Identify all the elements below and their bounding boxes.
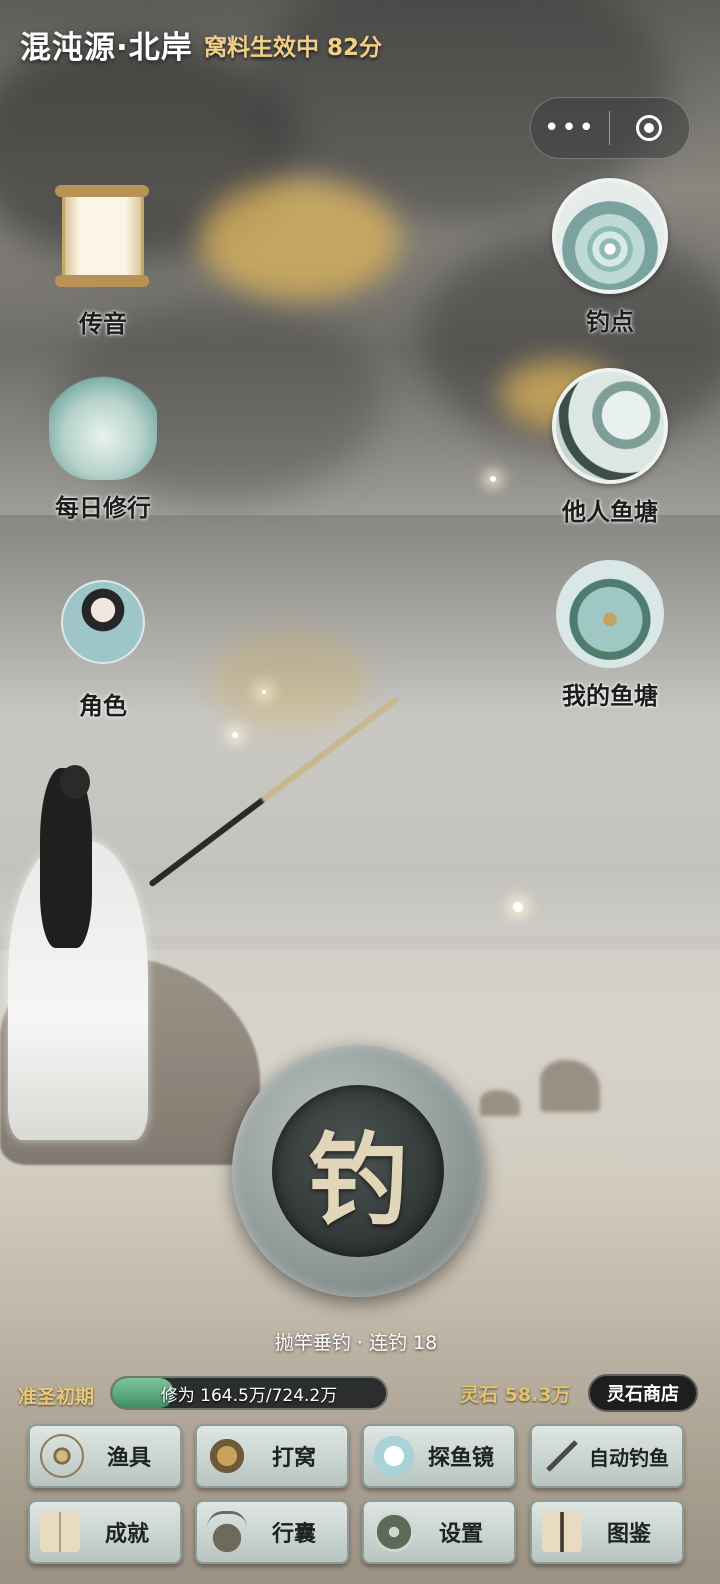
coin-gear-icon — [374, 1512, 414, 1552]
distant-rock — [480, 1090, 520, 1116]
spirit-stones: 灵石 58.3万 — [460, 1384, 571, 1406]
cast-rod-button[interactable]: 钓 — [232, 1045, 484, 1297]
menu-voice-message[interactable]: 传音 — [38, 178, 168, 339]
gear-button[interactable]: 渔具 — [28, 1424, 182, 1488]
button-label: 探鱼镜 — [427, 1446, 494, 1471]
sparkle — [262, 690, 266, 694]
menu-label: 角色 — [79, 692, 127, 720]
cultivation-text: 修为 164.5万/724.2万 — [160, 1385, 338, 1406]
book-icon — [40, 1512, 80, 1552]
achievements-button[interactable]: 成就 — [28, 1500, 182, 1564]
fish-finder-button[interactable]: 探鱼镜 — [362, 1424, 516, 1488]
inventory-button[interactable]: 行囊 — [195, 1500, 349, 1564]
baiting-button[interactable]: 打窝 — [195, 1424, 349, 1488]
menu-daily-practice[interactable]: 每日修行 — [38, 372, 168, 523]
button-label: 渔具 — [106, 1446, 151, 1471]
cast-status: 抛竿垂钓 · 连钓 18 — [274, 1332, 438, 1354]
button-label: 成就 — [104, 1522, 149, 1547]
bait-icon — [207, 1436, 247, 1476]
lens-icon — [374, 1436, 414, 1476]
miniprogram-capsule: ••• — [530, 97, 690, 159]
catalog-button[interactable]: 图鉴 — [530, 1500, 684, 1564]
target-circle-icon[interactable] — [610, 98, 688, 158]
menu-others-pond[interactable]: 他人鱼塘 — [545, 368, 675, 527]
settings-button[interactable]: 设置 — [362, 1500, 516, 1564]
menu-fishing-spot[interactable]: 钓点 — [545, 178, 675, 337]
cast-rod-inner: 钓 — [272, 1085, 444, 1257]
cultivation-bar: 修为 164.5万/724.2万 — [110, 1376, 388, 1410]
gold-light — [200, 180, 400, 300]
my-pond-icon — [556, 560, 664, 668]
button-label: 行囊 — [271, 1522, 316, 1547]
menu-character[interactable]: 角色 — [38, 566, 168, 721]
character-portrait-icon — [61, 580, 145, 664]
more-dots-icon[interactable]: ••• — [531, 98, 609, 158]
cauldron-icon — [207, 1510, 247, 1554]
realm-level: 准圣初期 — [18, 1386, 95, 1408]
sparkle — [513, 902, 523, 912]
button-label: 打窝 — [271, 1446, 316, 1471]
fishing-spot-icon — [552, 178, 668, 294]
button-label: 图鉴 — [606, 1522, 651, 1547]
menu-label: 他人鱼塘 — [562, 498, 658, 526]
hook-icon — [40, 1434, 84, 1478]
mountain-incense-icon — [49, 372, 157, 480]
cast-rod-glyph: 钓 — [308, 1120, 408, 1239]
bait-status: 窝料生效中 82分 — [204, 35, 383, 61]
menu-label: 我的鱼塘 — [562, 682, 658, 710]
scroll-speaker-icon — [55, 185, 149, 287]
fisher-head — [60, 765, 90, 799]
menu-my-pond[interactable]: 我的鱼塘 — [545, 560, 675, 711]
location-title: 混沌源·北岸 — [20, 30, 193, 66]
menu-label: 每日修行 — [55, 494, 151, 522]
sparkle — [232, 732, 238, 738]
sparkle — [490, 476, 496, 482]
button-label: 自动钓鱼 — [589, 1445, 669, 1470]
rod-icon — [542, 1436, 582, 1476]
others-pond-icon — [552, 368, 668, 484]
button-label: 设置 — [438, 1522, 483, 1547]
menu-label: 钓点 — [586, 308, 634, 336]
catalog-icon — [542, 1512, 582, 1552]
menu-label: 传音 — [79, 310, 127, 338]
spirit-stone-shop-button[interactable]: 灵石商店 — [588, 1374, 698, 1412]
auto-fishing-button[interactable]: 自动钓鱼 — [530, 1424, 684, 1488]
